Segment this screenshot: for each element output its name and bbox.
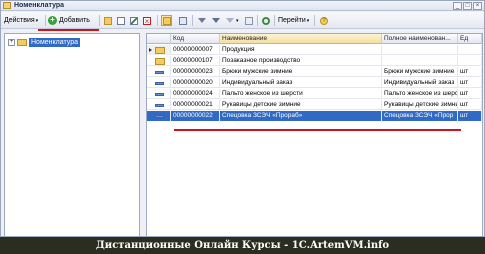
folder-icon [17,39,27,46]
item-icon [155,82,164,85]
cell-name: Пальто женское из шерсти [220,89,382,99]
footer-caption: Дистанционные Онлайн Курсы - 1С.ArtemVM.… [0,237,485,254]
chevron-down-icon: ▾ [236,17,239,24]
table-row[interactable]: 00000000107 Позаказное производство [147,56,482,66]
cell-code: 00000000021 [171,100,220,110]
column-header-icon[interactable] [147,34,171,44]
item-icon [155,104,164,107]
table-row[interactable]: 00000000022 Спецовка ЗСЭЧ «Прораб» Спецовк… [147,111,482,121]
chevron-down-icon: ▾ [35,17,39,24]
cell-full-name: Индивидуальный заказ [382,78,458,88]
cell-full-name [382,45,458,55]
table-row[interactable]: 00000000024 Пальто женское из шерсти Пальт… [147,89,482,99]
column-header-name[interactable]: Наименование [220,34,382,44]
sort-icon[interactable] [243,15,254,26]
cell-name: Позаказное производство [220,56,382,66]
add-button-underline [38,29,99,31]
cell-code: 00000000022 [171,111,220,121]
cell-unit: шт [458,89,482,99]
table-row[interactable]: 00000000023 Брюки мужские зимние Брюки муж… [147,67,482,77]
close-button[interactable]: × [473,2,482,10]
maximize-button[interactable]: □ [463,2,472,10]
folder-icon [155,58,165,65]
list-pane: Код Наименование Полное наименован... Ед… [146,33,483,237]
add-button[interactable]: + Добавить [48,14,90,27]
row-type-cell [147,45,171,55]
cell-unit: шт [458,78,482,88]
cell-unit [458,45,482,55]
filter-icon[interactable] [196,15,207,26]
cell-code: 00000000024 [171,89,220,99]
cell-name: Рукавицы детские зимние [220,100,382,110]
add-button-label: Добавить [59,17,90,24]
column-header-unit[interactable]: Ед [458,34,482,44]
table-row[interactable]: 00000000020 Индивидуальный заказ Индивидуа… [147,78,482,88]
folder-icon [155,47,165,54]
catalog-window: Номенклатура _ □ × Действия ▾ + Добавить… [0,0,485,237]
column-header-code[interactable]: Код [171,34,220,44]
cell-full-name [382,56,458,66]
catalog-window-icon [3,2,11,9]
cell-unit: шт [458,100,482,110]
filter-value-icon[interactable] [210,15,221,26]
table-row[interactable]: 00000000021 Рукавицы детские зимние Рукави… [147,100,482,110]
row-type-cell [147,56,171,66]
column-header-full-name[interactable]: Полное наименован... [382,34,458,44]
toolbar: Действия ▾ + Добавить × ▾ Перейти ▾ ? [1,12,484,29]
edit-icon[interactable] [128,15,139,26]
cell-code: 00000000020 [171,78,220,88]
actions-menu[interactable]: Действия ▾ [4,14,38,27]
cell-name: Спецовка ЗСЭЧ «Прораб» [220,111,382,121]
item-icon [155,115,164,118]
tree-node-label: Номенклатура [29,38,80,47]
move-icon[interactable] [177,15,188,26]
add-icon: + [48,16,57,25]
cell-full-name: Рукавицы детские зимние [384,100,458,110]
window-title: Номенклатура [14,2,65,9]
refresh-icon[interactable] [260,15,271,26]
tree-pane: + Номенклатура [4,33,140,237]
cell-name: Продукция [220,45,382,55]
title-bar: Номенклатура _ □ × [1,1,484,11]
delete-mark-icon[interactable]: × [141,15,152,26]
item-icon [155,71,164,74]
actions-menu-label: Действия [4,17,35,24]
cell-full-name: Брюки мужские зимние [382,67,458,77]
chevron-down-icon: ▾ [306,17,310,24]
row-type-cell [147,67,171,77]
current-row-marker-icon [149,48,152,52]
cell-full-name: Пальто женское из шерсти [384,89,458,99]
row-type-cell [147,100,171,110]
add-group-icon[interactable] [102,15,113,26]
row-type-cell [147,89,171,99]
filter-dropdown[interactable]: ▾ [236,14,239,27]
cell-unit: шт [458,111,482,121]
expand-icon[interactable]: + [8,39,15,46]
copy-icon[interactable] [115,15,126,26]
row-type-cell [147,78,171,88]
hierarchy-view-icon[interactable] [161,15,172,26]
help-icon[interactable]: ? [318,15,329,26]
cell-full-name: Спецовка ЗСЭЧ «Прор [382,111,458,121]
cell-unit [458,56,482,66]
cell-code: 00000000023 [171,67,220,77]
cell-name: Индивидуальный заказ [220,78,382,88]
table-row[interactable]: 00000000007 Продукция [147,45,482,55]
row-type-cell [147,111,171,121]
cell-code: 00000000007 [171,45,220,55]
selected-row-underline [174,129,461,131]
goto-menu[interactable]: Перейти ▾ [278,14,309,27]
goto-menu-label: Перейти [278,17,306,24]
item-icon [155,93,164,96]
minimize-button[interactable]: _ [453,2,462,10]
filter-clear-icon[interactable] [224,15,235,26]
cell-name: Брюки мужские зимние [220,67,382,77]
cell-code: 00000000107 [171,56,220,66]
cell-unit: шт [458,67,482,77]
tree-node-root[interactable]: + Номенклатура [8,38,80,47]
